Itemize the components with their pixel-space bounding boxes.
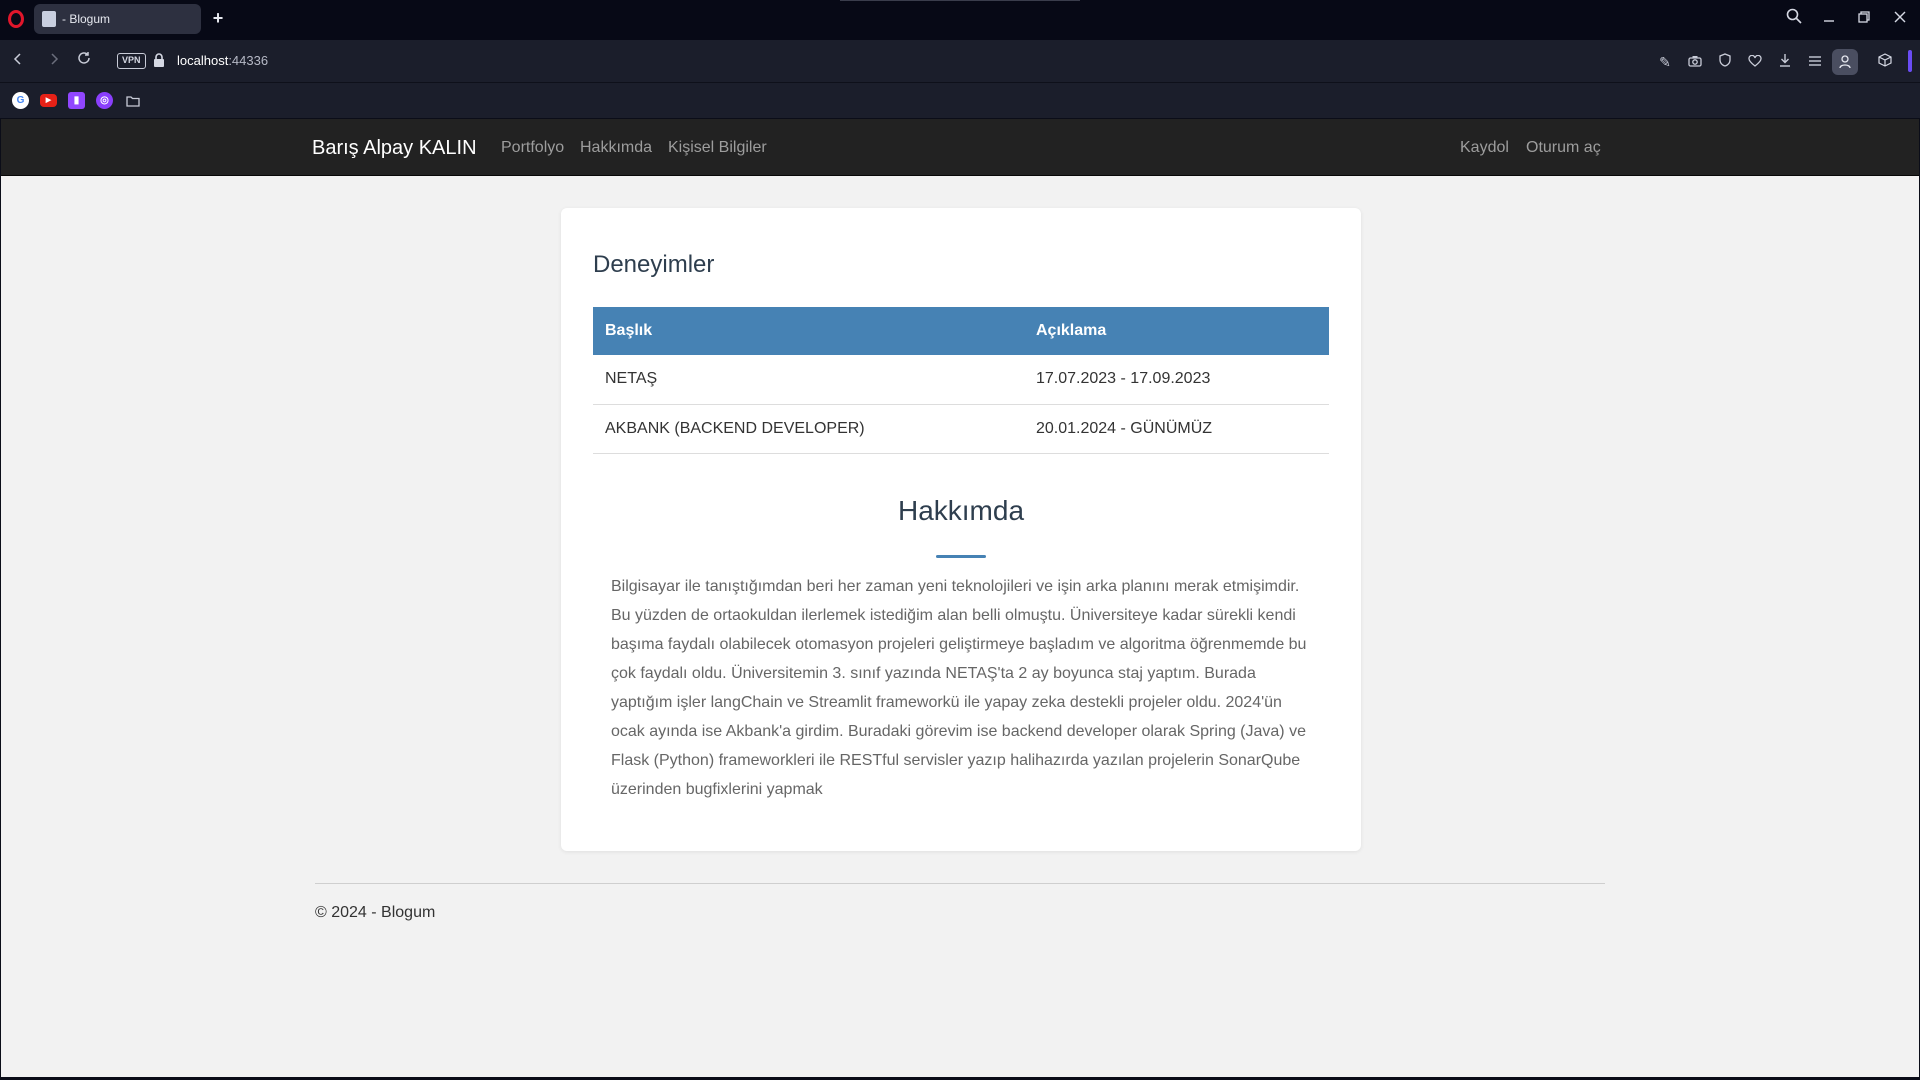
footer-copyright: © 2024 - Blogum — [315, 904, 436, 921]
heart-icon[interactable] — [1745, 52, 1765, 72]
minimize-icon[interactable] — [1816, 8, 1842, 30]
reload-icon[interactable] — [73, 50, 95, 72]
nav-link-portfolio[interactable]: Portfolyo — [501, 139, 564, 157]
page-favicon-icon — [42, 11, 56, 27]
cell-description: 17.07.2023 - 17.09.2023 — [1036, 370, 1211, 388]
page-viewport: Barış Alpay KALIN Portfolyo Hakkımda Kiş… — [1, 119, 1919, 1077]
shield-icon[interactable] — [1715, 52, 1735, 72]
about-title: Hakkımda — [897, 495, 1025, 526]
easy-setup-menu-icon[interactable] — [1805, 52, 1825, 72]
about-divider — [936, 555, 986, 558]
about-paragraph: Bilgisayar ile tanıştığımdan beri her za… — [611, 578, 1307, 798]
back-icon[interactable] — [7, 50, 29, 72]
url-port: :44336 — [228, 53, 269, 68]
column-header-description: Açıklama — [1036, 322, 1107, 339]
table-header-row: Başlık Açıklama — [593, 307, 1329, 355]
table-row: NETAŞ 17.07.2023 - 17.09.2023 — [593, 355, 1329, 404]
close-window-icon[interactable] — [1887, 8, 1913, 30]
sidebar-indicator — [1908, 50, 1912, 72]
nav-link-about[interactable]: Hakkımda — [580, 139, 652, 157]
tab-strip: - Blogum + — [0, 0, 1920, 40]
content-card: Deneyimler Başlık Açıklama NETAŞ 17.07.2… — [561, 208, 1361, 851]
bookmark-extension-icon[interactable]: ◎ — [96, 92, 113, 109]
bookmark-youtube-icon[interactable]: ▶ — [40, 94, 57, 107]
browser-tab[interactable]: - Blogum — [34, 4, 201, 34]
tab-title: - Blogum — [62, 12, 111, 26]
address-bar-row: VPN localhost:44336 ✎ — [0, 40, 1920, 82]
nav-link-personal-info[interactable]: Kişisel Bilgiler — [668, 139, 767, 157]
url-text[interactable]: localhost:44336 — [177, 53, 268, 68]
nav-link-register[interactable]: Kaydol — [1460, 139, 1509, 157]
footer-divider — [315, 883, 1605, 884]
search-tabs-icon[interactable] — [1781, 8, 1807, 30]
bookmarks-bar: G ▶ ▮ ◎ — [0, 82, 1920, 118]
extensions-cube-icon[interactable] — [1875, 52, 1895, 72]
camera-icon[interactable] — [1685, 52, 1705, 72]
column-header-title: Başlık — [605, 322, 653, 339]
bookmark-twitch-icon[interactable]: ▮ — [68, 92, 85, 109]
download-icon[interactable] — [1775, 52, 1795, 72]
restore-icon[interactable] — [1851, 8, 1877, 30]
bookmark-folder-icon[interactable] — [124, 92, 141, 109]
bookmark-google-icon[interactable]: G — [12, 92, 29, 109]
cell-description: 20.01.2024 - GÜNÜMÜZ — [1036, 419, 1213, 437]
window-drag-indicator — [840, 0, 1080, 1]
new-tab-button[interactable]: + — [209, 9, 227, 27]
table-row: AKBANK (BACKEND DEVELOPER) 20.01.2024 - … — [593, 404, 1329, 453]
profile-icon[interactable] — [1832, 49, 1858, 75]
cell-title: AKBANK (BACKEND DEVELOPER) — [605, 419, 865, 437]
site-brand-link[interactable]: Barış Alpay KALIN — [312, 137, 477, 160]
experience-table: Başlık Açıklama NETAŞ 17.07.2023 - 17.09… — [593, 307, 1329, 454]
vpn-badge[interactable]: VPN — [117, 53, 146, 69]
snapshot-edit-icon[interactable]: ✎ — [1655, 52, 1675, 72]
url-host: localhost — [177, 53, 229, 68]
forward-icon[interactable] — [43, 50, 65, 72]
nav-link-login[interactable]: Oturum aç — [1526, 139, 1601, 157]
opera-menu-icon[interactable] — [8, 10, 24, 28]
cell-title: NETAŞ — [605, 370, 658, 388]
lock-icon[interactable] — [153, 53, 165, 67]
experience-title: Deneyimler — [593, 251, 715, 278]
site-navbar: Barış Alpay KALIN Portfolyo Hakkımda Kiş… — [1, 119, 1919, 176]
